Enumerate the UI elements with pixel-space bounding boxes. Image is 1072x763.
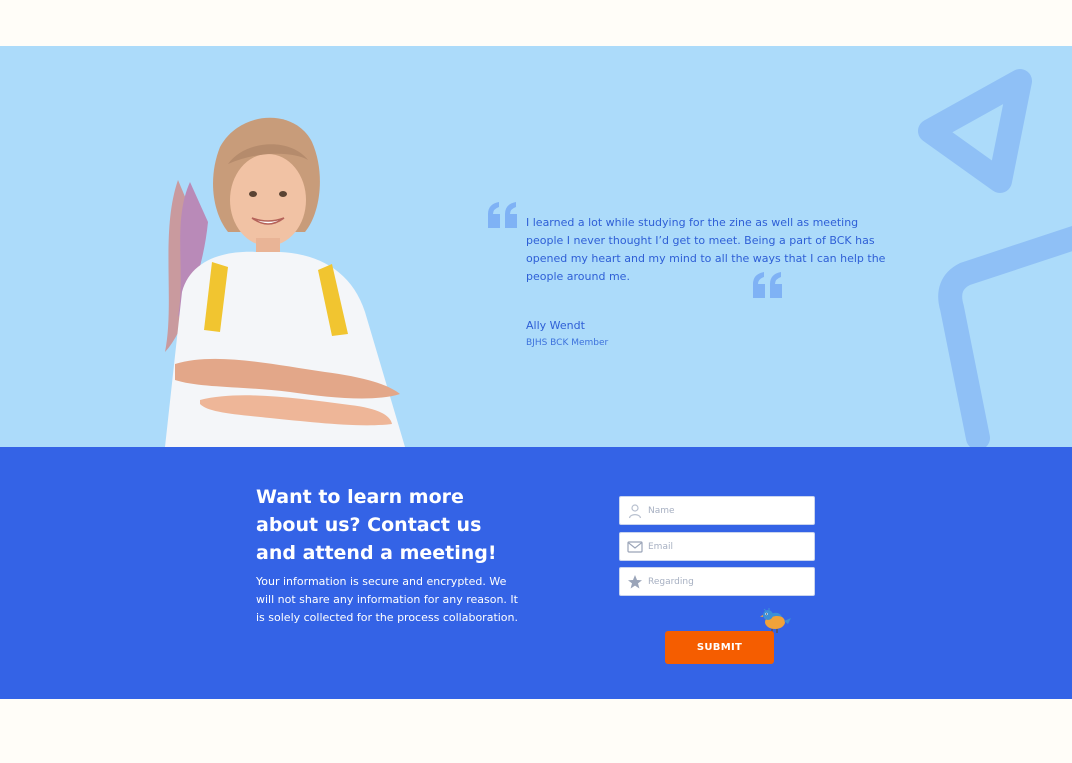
- star-icon: [628, 575, 642, 589]
- author-name: Ally Wendt: [526, 319, 585, 332]
- bottom-band: [0, 699, 1072, 763]
- envelope-icon: [627, 541, 643, 553]
- student-photo: [165, 117, 405, 447]
- name-field[interactable]: [619, 496, 815, 525]
- testimonial-section: I learned a lot while studying for the z…: [0, 46, 1072, 447]
- user-icon: [628, 504, 642, 519]
- testimonial-quote: I learned a lot while studying for the z…: [526, 216, 886, 283]
- close-quote-icon: [753, 272, 782, 298]
- regarding-field[interactable]: [619, 567, 815, 596]
- email-field[interactable]: [619, 532, 815, 561]
- contact-title: Want to learn more about us? Contact us …: [256, 486, 497, 564]
- regarding-input[interactable]: [648, 571, 808, 592]
- email-input[interactable]: [648, 536, 808, 557]
- open-quote-icon: [488, 202, 517, 228]
- contact-section: Want to learn more about us? Contact us …: [0, 447, 1072, 699]
- submit-button[interactable]: SUBMIT: [665, 631, 774, 664]
- top-band: [0, 0, 1072, 46]
- contact-description: Your information is secure and encrypted…: [256, 575, 519, 624]
- author-role: BJHS BCK Member: [526, 338, 609, 348]
- name-input[interactable]: [648, 500, 808, 521]
